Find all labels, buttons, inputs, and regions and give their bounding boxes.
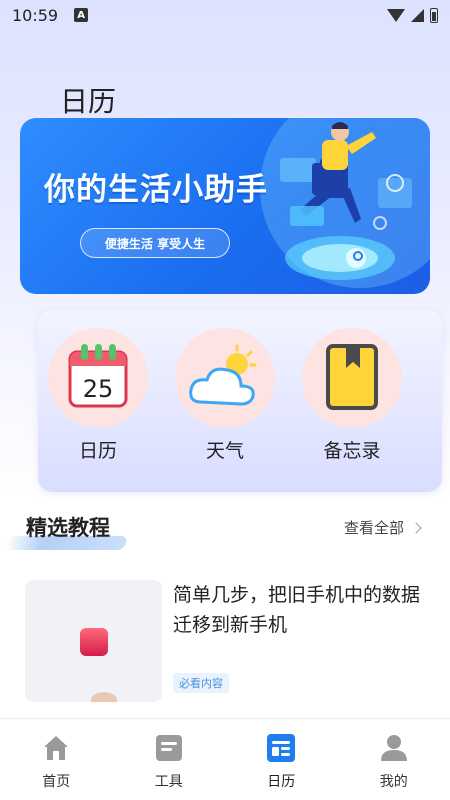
tutorial-article-card[interactable]: 简单几步，把旧手机中的数据迁移到新手机 必看内容 [25, 580, 425, 702]
status-icons [387, 7, 438, 23]
banner-subtitle: 便捷生活 享受人生 [80, 228, 230, 258]
status-bar: 10:59 A [0, 0, 450, 30]
article-tag: 必看内容 [173, 673, 229, 693]
banner-illustration [280, 122, 412, 280]
calendar-icon-circle: 25 [48, 328, 148, 428]
tab-calendar[interactable]: 日历 [225, 719, 338, 800]
status-time: 10:59 [12, 5, 59, 25]
battery-icon [430, 7, 438, 23]
page-title: 日历 [60, 85, 117, 118]
memo-icon [326, 344, 378, 410]
profile-icon [380, 735, 407, 761]
quick-entry-label: 天气 [205, 440, 244, 462]
hand-image [91, 692, 117, 702]
quick-entry-label: 日历 [78, 440, 117, 462]
memo-icon-circle [302, 328, 402, 428]
article-title: 简单几步，把旧手机中的数据迁移到新手机 [173, 584, 421, 636]
tab-label: 我的 [379, 774, 408, 790]
tab-profile[interactable]: 我的 [338, 719, 450, 800]
tab-label: 首页 [42, 774, 71, 790]
weather-icon-circle [175, 328, 275, 428]
calendar-tab-icon [267, 734, 296, 762]
bottom-navigation: 首页 工具 日历 我的 [0, 718, 450, 800]
article-thumbnail [25, 580, 162, 702]
tab-tools[interactable]: 工具 [113, 719, 226, 800]
view-all-link[interactable]: 查看全部 [343, 517, 422, 538]
section-title: 精选教程 [26, 516, 110, 540]
chevron-right-icon [410, 521, 422, 534]
calendar-day-number: 25 [83, 375, 114, 403]
quick-entry-calendar[interactable]: 25 日历 [48, 328, 148, 463]
quick-entry-card: 25 日历 天气 备忘录 [38, 310, 442, 492]
tab-label: 工具 [154, 774, 183, 790]
status-indicator-icon: A [74, 8, 89, 22]
app-icon-image [80, 628, 108, 656]
view-all-label: 查看全部 [343, 519, 404, 537]
banner-title: 你的生活小助手 [44, 172, 268, 208]
quick-entry-memo[interactable]: 备忘录 [302, 328, 402, 463]
signal-icon [411, 8, 424, 22]
tab-label: 日历 [267, 774, 296, 790]
home-icon [44, 736, 69, 760]
weather-icon [189, 344, 257, 406]
wifi-icon [387, 8, 405, 22]
quick-entry-label: 备忘录 [323, 440, 381, 462]
tab-home[interactable]: 首页 [0, 719, 113, 800]
calendar-icon: 25 [68, 344, 128, 408]
promo-banner[interactable]: 你的生活小助手 便捷生活 享受人生 [20, 118, 430, 294]
quick-entry-weather[interactable]: 天气 [175, 328, 275, 463]
tools-icon [155, 735, 182, 761]
